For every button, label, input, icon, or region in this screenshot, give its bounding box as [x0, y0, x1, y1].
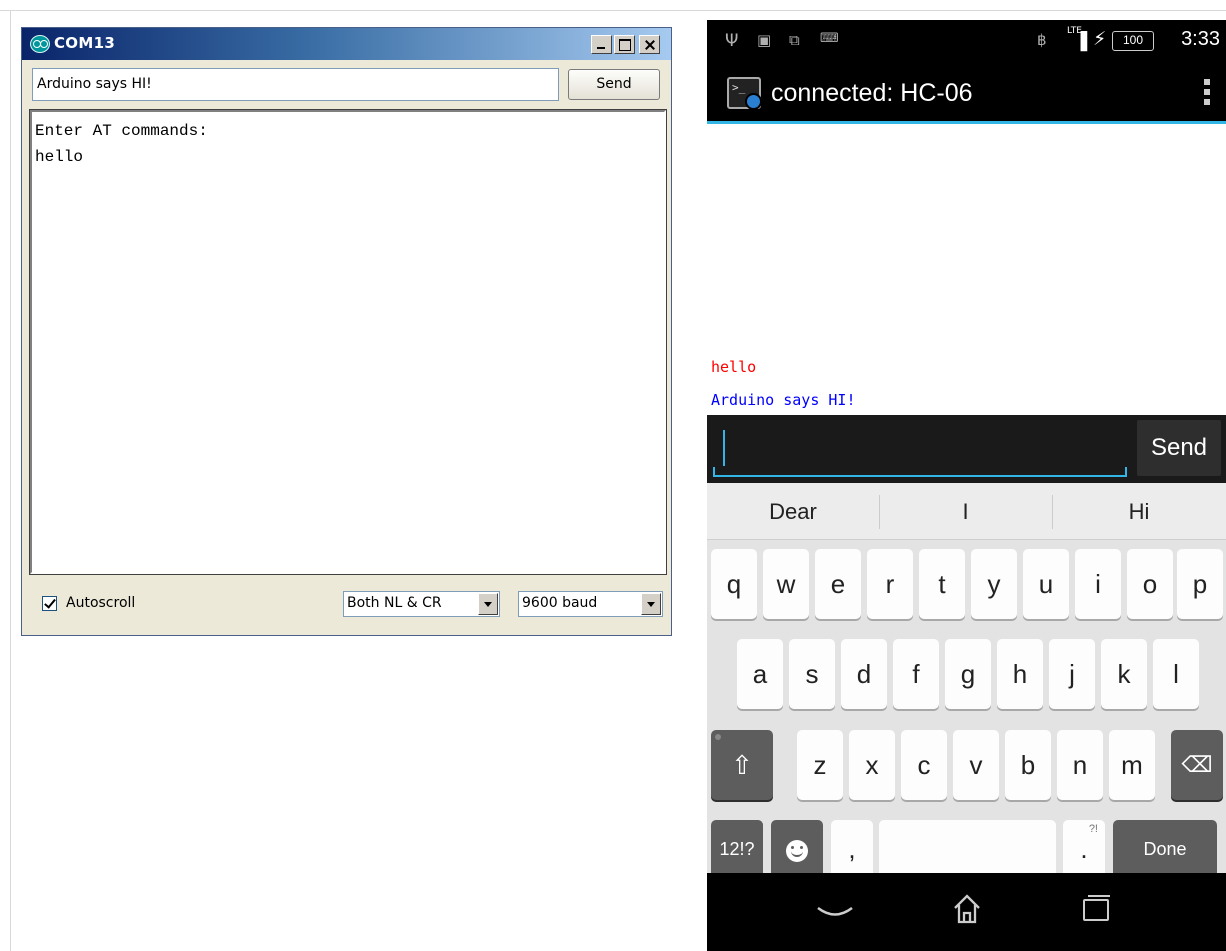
bluetooth-icon: ฿: [1037, 31, 1047, 49]
key[interactable]: d: [841, 639, 887, 709]
clock: 3:33: [1181, 28, 1220, 50]
message-input[interactable]: [713, 415, 1127, 477]
key[interactable]: k: [1101, 639, 1147, 709]
comma-key[interactable]: ,: [831, 820, 873, 878]
autoscroll-label: Autoscroll: [66, 595, 136, 611]
key[interactable]: m: [1109, 730, 1155, 800]
battery-level: 100: [1122, 33, 1144, 47]
recent-apps-icon[interactable]: [1083, 895, 1110, 921]
key[interactable]: a: [737, 639, 783, 709]
key[interactable]: p: [1177, 549, 1223, 619]
chevron-down-icon[interactable]: [478, 593, 498, 615]
backspace-key[interactable]: ⌫: [1171, 730, 1223, 800]
serial-input-field[interactable]: Arduino says HI!: [32, 68, 559, 101]
key[interactable]: z: [797, 730, 843, 800]
phone-send-button[interactable]: Send: [1137, 420, 1221, 476]
line-ending-select[interactable]: Both NL & CR: [343, 591, 500, 617]
key[interactable]: f: [893, 639, 939, 709]
page-left-rule: [10, 10, 11, 951]
maximize-button[interactable]: [614, 35, 635, 54]
emoji-key[interactable]: [771, 820, 823, 878]
window-title: COM13: [54, 34, 116, 52]
smiley-icon: [786, 840, 808, 863]
backspace-icon: ⌫: [1181, 752, 1213, 777]
key[interactable]: b: [1005, 730, 1051, 800]
text-caret: [723, 430, 725, 466]
key[interactable]: u: [1023, 549, 1069, 619]
baud-rate-select[interactable]: 9600 baud: [518, 591, 663, 617]
suggestion[interactable]: I: [879, 483, 1052, 540]
period-label: .: [1080, 834, 1088, 864]
space-key[interactable]: [879, 820, 1056, 878]
arduino-logo-icon: [30, 35, 50, 53]
key[interactable]: o: [1127, 549, 1173, 619]
key[interactable]: n: [1057, 730, 1103, 800]
message-input-bar: Send: [707, 415, 1226, 483]
key[interactable]: c: [901, 730, 947, 800]
usb-icon: Ψ: [725, 31, 739, 51]
key[interactable]: i: [1075, 549, 1121, 619]
keyboard-icon: ⌨: [820, 31, 839, 46]
symbols-key[interactable]: 12!?: [711, 820, 763, 878]
picture-icon: ▣: [757, 31, 772, 49]
minimize-button[interactable]: [591, 35, 612, 54]
overflow-menu-icon[interactable]: [1204, 79, 1212, 107]
terminal-app-icon: [727, 77, 762, 110]
serial-monitor-window: COM13 Arduino says HI! Send Enter AT com…: [21, 27, 672, 636]
key[interactable]: t: [919, 549, 965, 619]
android-screen: Ψ ▣ ⧉ ⌨ ฿ LTE ▐ ⚡ 100 3:33 connected: HC…: [707, 20, 1226, 951]
key[interactable]: v: [953, 730, 999, 800]
screenshot-icon: ⧉: [789, 31, 800, 49]
received-message: hello: [711, 358, 757, 376]
key[interactable]: q: [711, 549, 757, 619]
key[interactable]: e: [815, 549, 861, 619]
title-bar[interactable]: COM13: [22, 28, 671, 60]
key[interactable]: y: [971, 549, 1017, 619]
key[interactable]: s: [789, 639, 835, 709]
output-line: Enter AT commands:: [35, 122, 208, 140]
key[interactable]: j: [1049, 639, 1095, 709]
key[interactable]: w: [763, 549, 809, 619]
soft-keyboard: Dear I Hi q w e r t y u i o p a s d f g …: [707, 483, 1226, 878]
connection-title: connected: HC-06: [771, 79, 973, 107]
home-icon[interactable]: [952, 893, 982, 925]
back-icon[interactable]: [817, 907, 853, 919]
baud-rate-value: 9600 baud: [522, 595, 598, 611]
signal-icon: ▐: [1074, 32, 1088, 52]
suggestion[interactable]: Dear: [707, 483, 879, 540]
suggestion-strip: Dear I Hi: [707, 483, 1226, 540]
battery-icon: 100: [1112, 31, 1154, 51]
key[interactable]: g: [945, 639, 991, 709]
key[interactable]: l: [1153, 639, 1199, 709]
key[interactable]: x: [849, 730, 895, 800]
output-line: hello: [35, 148, 84, 166]
autoscroll-checkbox[interactable]: [42, 596, 57, 611]
line-ending-value: Both NL & CR: [347, 595, 442, 611]
navigation-bar: [707, 873, 1226, 951]
key[interactable]: h: [997, 639, 1043, 709]
chevron-down-icon[interactable]: [641, 593, 661, 615]
suggestion[interactable]: Hi: [1052, 483, 1226, 540]
serial-output-area[interactable]: Enter AT commands: hello: [29, 109, 667, 575]
period-key[interactable]: ?! .: [1063, 820, 1105, 878]
shift-key[interactable]: ⇧: [711, 730, 773, 800]
sent-message: Arduino says HI!: [711, 391, 856, 409]
done-key[interactable]: Done: [1113, 820, 1217, 878]
page-top-rule: [0, 10, 1226, 11]
period-hint: ?!: [1088, 823, 1098, 835]
action-bar: connected: HC-06: [707, 64, 1226, 124]
serial-send-button[interactable]: Send: [568, 69, 660, 100]
shift-icon: ⇧: [731, 750, 753, 780]
status-bar: Ψ ▣ ⧉ ⌨ ฿ LTE ▐ ⚡ 100 3:33: [707, 20, 1226, 64]
charging-icon: ⚡: [1093, 28, 1107, 50]
close-button[interactable]: [639, 35, 660, 54]
key[interactable]: r: [867, 549, 913, 619]
